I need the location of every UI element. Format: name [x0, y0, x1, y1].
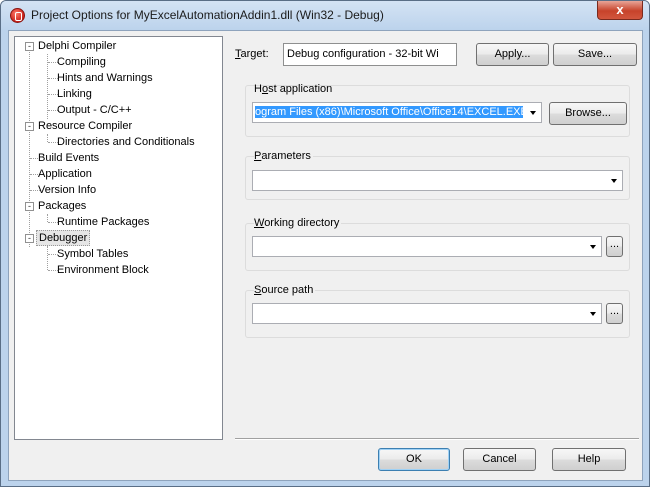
parameters-combo[interactable] — [252, 170, 623, 191]
close-button[interactable]: x — [597, 1, 643, 20]
tree-item-build-events[interactable]: Build Events — [36, 150, 101, 166]
source-path-combo[interactable] — [252, 303, 602, 324]
chevron-down-icon[interactable] — [611, 179, 617, 183]
tree-item-debugger[interactable]: Debugger — [36, 230, 91, 246]
browse-button[interactable]: Browse... — [549, 102, 627, 125]
options-tree[interactable]: - - - - Delphi Compiler Compiling Hints … — [14, 36, 223, 440]
dialog-client-area: - - - - Delphi Compiler Compiling Hints … — [8, 30, 643, 481]
host-application-label-pre: H — [254, 83, 262, 95]
source-path-browse-button[interactable]: ... — [606, 303, 623, 324]
tree-line — [47, 134, 48, 142]
tree-line — [47, 214, 48, 222]
footer-divider — [235, 438, 639, 440]
tree-item-version-info[interactable]: Version Info — [36, 182, 98, 198]
tree-item-symbol-tables[interactable]: Symbol Tables — [55, 246, 130, 262]
cancel-button[interactable]: Cancel — [463, 448, 536, 471]
host-application-value[interactable]: ogram Files (x86)\Microsoft Office\Offic… — [255, 106, 523, 118]
working-directory-browse-button[interactable]: ... — [606, 236, 623, 257]
working-directory-label-text: orking directory — [264, 217, 340, 229]
title-bar[interactable]: Project Options for MyExcelAutomationAdd… — [1, 1, 649, 30]
parameters-label-text: arameters — [261, 150, 311, 162]
parameters-label: Parameters — [254, 150, 313, 162]
host-application-label-text: st application — [268, 83, 333, 95]
target-combo-value: Debug configuration - 32-bit Wi — [287, 48, 439, 60]
delphi-app-icon — [10, 8, 25, 23]
host-application-label: Host application — [254, 83, 332, 95]
help-button[interactable]: Help — [552, 448, 626, 471]
target-label-text: arget: — [240, 48, 269, 60]
tree-item-runtime-packages[interactable]: Runtime Packages — [55, 214, 151, 230]
source-path-label-text: ource path — [261, 284, 314, 296]
tree-item-linking[interactable]: Linking — [55, 86, 94, 102]
apply-button[interactable]: Apply... — [476, 43, 549, 66]
tree-item-environment-block[interactable]: Environment Block — [55, 262, 151, 278]
host-application-combo[interactable]: ogram Files (x86)\Microsoft Office\Offic… — [252, 102, 542, 123]
source-path-label: Source path — [254, 284, 316, 296]
working-directory-label: Working directory — [254, 217, 342, 229]
chevron-down-icon[interactable] — [530, 111, 536, 115]
collapse-icon[interactable]: - — [25, 234, 34, 243]
working-directory-combo[interactable] — [252, 236, 602, 257]
tree-item-packages[interactable]: Packages — [36, 198, 88, 214]
target-label: Target: — [235, 48, 269, 60]
collapse-icon[interactable]: - — [25, 122, 34, 131]
ok-button[interactable]: OK — [378, 448, 450, 471]
chevron-down-icon[interactable] — [590, 245, 596, 249]
collapse-icon[interactable]: - — [25, 42, 34, 51]
chevron-down-icon[interactable] — [590, 312, 596, 316]
tree-line — [47, 246, 48, 270]
tree-item-directories-and-conditionals[interactable]: Directories and Conditionals — [55, 134, 197, 150]
project-options-window: Project Options for MyExcelAutomationAdd… — [0, 0, 650, 487]
tree-line — [29, 49, 30, 247]
tree-item-hints-and-warnings[interactable]: Hints and Warnings — [55, 70, 155, 86]
tree-item-compiling[interactable]: Compiling — [55, 54, 108, 70]
tree-item-application[interactable]: Application — [36, 166, 94, 182]
save-button[interactable]: Save... — [553, 43, 637, 66]
tree-item-output-c-cpp[interactable]: Output - C/C++ — [55, 102, 134, 118]
working-directory-label-accel: W — [254, 217, 265, 229]
target-combo[interactable]: Debug configuration - 32-bit Wi — [283, 43, 457, 66]
window-title: Project Options for MyExcelAutomationAdd… — [31, 8, 384, 22]
collapse-icon[interactable]: - — [25, 202, 34, 211]
host-application-selected-text: ogram Files (x86)\Microsoft Office\Offic… — [255, 106, 523, 118]
tree-item-delphi-compiler[interactable]: Delphi Compiler — [36, 38, 118, 54]
tree-item-resource-compiler[interactable]: Resource Compiler — [36, 118, 134, 134]
